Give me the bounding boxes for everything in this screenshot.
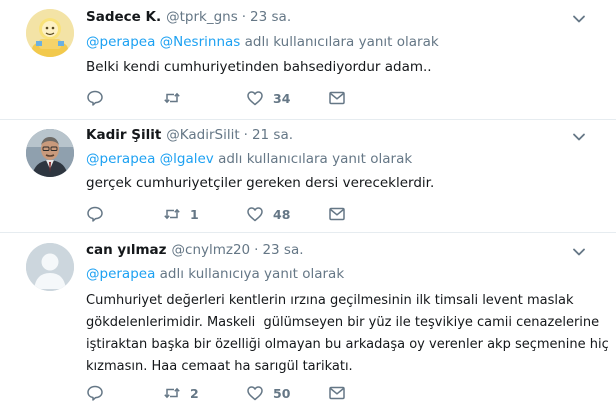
heart-icon — [247, 386, 263, 401]
avatar[interactable] — [26, 129, 74, 177]
mention-link[interactable]: @perapea — [86, 34, 155, 50]
cartoon-avatar-icon — [26, 9, 74, 57]
like-count: 50 — [273, 385, 291, 401]
reply-button[interactable] — [86, 383, 113, 403]
fullname[interactable]: Kadir Şilit — [86, 127, 161, 143]
timestamp[interactable]: 23 sa. — [250, 9, 291, 25]
username[interactable]: @KadirSilit — [166, 127, 239, 143]
mention-link[interactable]: @perapea — [86, 151, 155, 167]
reply-icon — [87, 385, 103, 401]
username[interactable]: @tprk_gns — [166, 9, 238, 25]
reply-context: @perapea @lgalev adlı kullanıcılara yanı… — [86, 151, 412, 167]
mention-link[interactable]: @perapea — [86, 266, 155, 282]
fullname[interactable]: can yılmaz — [86, 242, 167, 258]
mention-link[interactable]: @lgalev — [160, 151, 214, 167]
tweet-text: gerçek cumhuriyetçiler gereken dersi ver… — [86, 175, 435, 191]
envelope-icon — [329, 386, 345, 400]
separator-dot: · — [254, 242, 259, 258]
heart-icon — [247, 207, 263, 222]
tweet-text-line: iştiraktan başka bir özelliği olmayan bu… — [86, 337, 609, 352]
envelope-icon — [329, 91, 345, 105]
person-photo-icon — [26, 129, 74, 177]
reply-icon — [87, 206, 103, 222]
separator-dot: · — [241, 9, 247, 25]
default-profile-icon — [26, 243, 74, 291]
retweet-icon — [164, 92, 180, 104]
tweet-2[interactable]: Kadir Şilit @KadirSilit · 21 sa. @perape… — [0, 120, 616, 233]
direct-message-button[interactable] — [328, 88, 346, 108]
avatar[interactable] — [26, 243, 74, 291]
separator-dot: · — [243, 127, 248, 143]
tweet-1[interactable]: Sadece K. @tprk_gns · 23 sa. @perapea @N… — [0, 0, 616, 120]
like-button[interactable]: 50 — [246, 383, 290, 403]
chevron-down-icon[interactable] — [572, 12, 586, 26]
tweet-text-line: Cumhuriyet değerleri kentlerin ırzına ge… — [86, 293, 574, 308]
like-count: 48 — [273, 206, 291, 222]
tweet-text: Belki kendi cumhuriyetinden bahsediyordu… — [86, 59, 432, 75]
reply-context: @perapea @Nesrinnas adlı kullanıcılara y… — [86, 34, 439, 50]
retweet-button[interactable] — [163, 88, 190, 108]
username[interactable]: @cnylmz20 — [172, 242, 251, 258]
like-button[interactable]: 34 — [246, 88, 290, 108]
tweet-actions: 34 — [86, 88, 386, 108]
direct-message-button[interactable] — [328, 204, 346, 224]
fullname[interactable]: Sadece K. — [86, 9, 161, 25]
tweet-header: Sadece K. @tprk_gns · 23 sa. — [86, 9, 291, 29]
reply-button[interactable] — [86, 88, 113, 108]
retweet-count: 1 — [190, 206, 199, 222]
tweet-text-line: gökdelenlerimidir. Maskeli gülümseyen bi… — [86, 315, 600, 330]
retweet-button[interactable]: 2 — [163, 383, 199, 403]
tweet-actions: 2 50 — [86, 383, 386, 403]
timestamp[interactable]: 21 sa. — [252, 127, 293, 143]
tweet-text-line: kızmasın. Haa cemaat ha sarıgül tarikatı… — [86, 359, 353, 374]
reply-context-label: adlı kullanıcılara yanıt olarak — [244, 34, 439, 50]
tweet-text: Cumhuriyet değerleri kentlerin ırzına ge… — [86, 290, 609, 378]
retweet-icon — [164, 387, 180, 399]
tweet-header: can yılmaz @cnylmz20 · 23 sa. — [86, 242, 304, 262]
retweet-count: 2 — [190, 385, 199, 401]
mention-link[interactable]: @Nesrinnas — [160, 34, 241, 50]
like-count: 34 — [273, 90, 291, 106]
reply-button[interactable] — [86, 204, 113, 224]
timestamp[interactable]: 23 sa. — [262, 242, 303, 258]
tweet-3[interactable]: can yılmaz @cnylmz20 · 23 sa. @perapea a… — [0, 233, 616, 410]
direct-message-button[interactable] — [328, 383, 346, 403]
chevron-down-icon[interactable] — [572, 130, 586, 144]
reply-context-label: adlı kullanıcıya yanıt olarak — [159, 266, 345, 282]
avatar[interactable] — [26, 9, 74, 57]
reply-context-label: adlı kullanıcılara yanıt olarak — [218, 151, 413, 167]
retweet-icon — [164, 208, 180, 220]
reply-icon — [87, 90, 103, 106]
reply-context: @perapea adlı kullanıcıya yanıt olarak — [86, 266, 344, 282]
chevron-down-icon[interactable] — [572, 245, 586, 259]
heart-icon — [247, 91, 263, 106]
retweet-button[interactable]: 1 — [163, 204, 199, 224]
tweet-actions: 1 48 — [86, 204, 386, 224]
like-button[interactable]: 48 — [246, 204, 290, 224]
envelope-icon — [329, 207, 345, 221]
tweet-header: Kadir Şilit @KadirSilit · 21 sa. — [86, 127, 293, 147]
